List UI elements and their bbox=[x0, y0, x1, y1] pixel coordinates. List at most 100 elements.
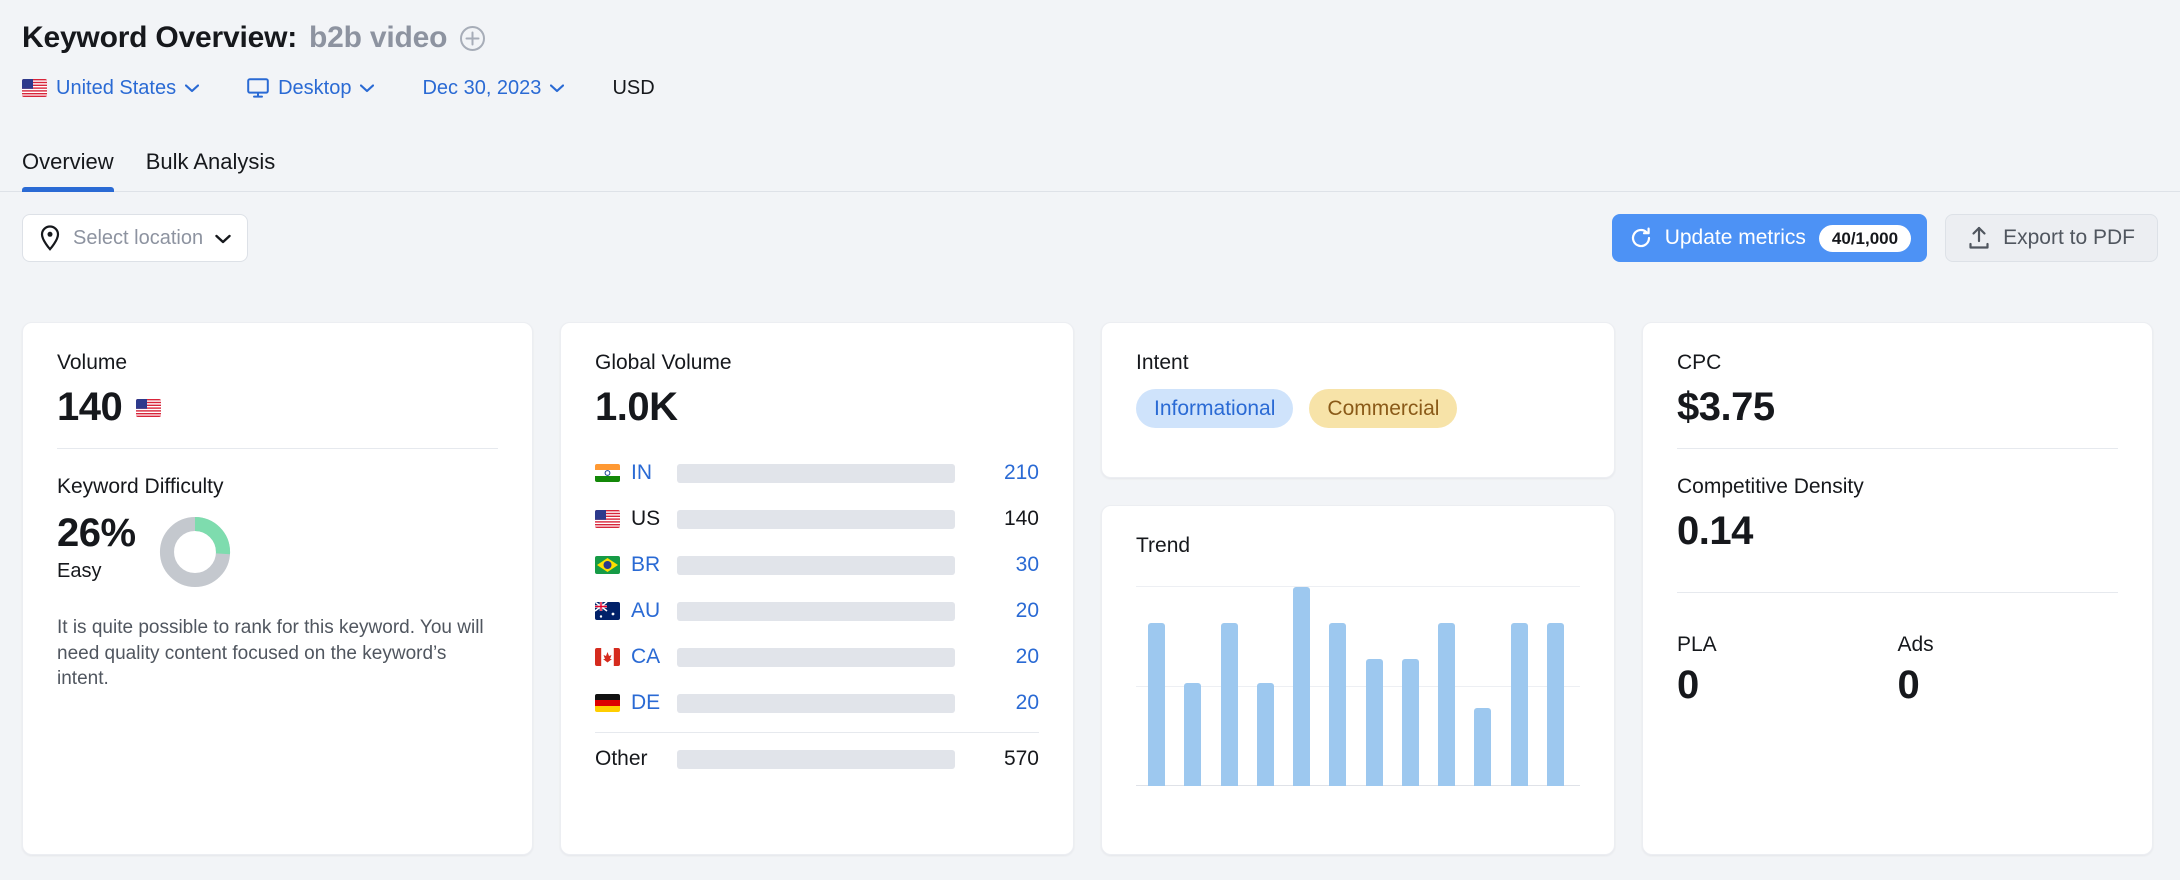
chevron-down-icon bbox=[215, 234, 231, 243]
global-volume-country[interactable]: BR bbox=[595, 553, 669, 577]
trend-bar bbox=[1148, 622, 1165, 786]
toolbar: Select location Update metrics 40/1,000 bbox=[0, 192, 2180, 264]
trend-bar bbox=[1256, 682, 1274, 786]
tab-bar: Overview Bulk Analysis bbox=[0, 136, 2180, 192]
global-volume-country-code: IN bbox=[631, 461, 652, 484]
global-volume-value: 1.0K bbox=[595, 385, 678, 429]
chevron-down-icon bbox=[550, 83, 565, 93]
intent-trend-column: Intent Informational Commercial Trend bbox=[1101, 322, 1615, 855]
keyword-difficulty-rating: Easy bbox=[57, 560, 102, 582]
global-volume-country[interactable]: IN bbox=[595, 461, 669, 485]
volume-value-row: 140 bbox=[57, 385, 498, 430]
global-volume-row: US 140 bbox=[595, 496, 1039, 542]
map-pin-icon bbox=[39, 225, 61, 251]
global-volume-bar bbox=[677, 693, 955, 713]
au-flag-icon bbox=[595, 602, 620, 620]
monitor-icon bbox=[247, 78, 269, 98]
global-volume-country[interactable]: AU bbox=[595, 599, 669, 623]
page-title: Keyword Overview: b2b video bbox=[22, 16, 2180, 60]
intent-pill-informational[interactable]: Informational bbox=[1136, 389, 1294, 429]
trend-bar bbox=[1474, 708, 1492, 786]
trend-bar bbox=[1546, 622, 1564, 786]
country-filter[interactable]: United States bbox=[22, 77, 200, 100]
trend-bar bbox=[1510, 622, 1528, 786]
de-flag-icon bbox=[595, 694, 620, 712]
trend-bar bbox=[1438, 622, 1456, 786]
global-volume-other-bar bbox=[677, 749, 955, 769]
export-pdf-button[interactable]: Export to PDF bbox=[1945, 214, 2158, 262]
intent-label: Intent bbox=[1136, 351, 1189, 374]
global-volume-other-row: Other 570 bbox=[595, 733, 1039, 785]
global-volume-row: DE 20 bbox=[595, 680, 1039, 726]
trend-card: Trend bbox=[1101, 505, 1615, 855]
global-volume-row: IN 210 bbox=[595, 450, 1039, 496]
global-volume-other-label: Other bbox=[595, 747, 648, 770]
global-volume-bar bbox=[677, 463, 955, 483]
chevron-down-icon bbox=[360, 83, 375, 93]
page-title-prefix: Keyword Overview: bbox=[22, 21, 298, 54]
global-volume-row: BR 30 bbox=[595, 542, 1039, 588]
cpc-label: CPC bbox=[1677, 351, 1722, 374]
competitive-density-value: 0.14 bbox=[1677, 509, 1753, 553]
ads-block: Ads 0 bbox=[1898, 633, 2119, 708]
global-volume-row: AU 20 bbox=[595, 588, 1039, 634]
keyword-difficulty-donut bbox=[158, 515, 232, 589]
keyword-difficulty-row: 26% Easy bbox=[57, 511, 498, 589]
global-volume-value[interactable]: 20 bbox=[973, 691, 1039, 715]
tab-overview-label: Overview bbox=[22, 149, 114, 174]
keyword-difficulty-values: 26% Easy bbox=[57, 511, 136, 583]
us-flag-icon bbox=[22, 79, 47, 97]
global-volume-other-value: 570 bbox=[1003, 747, 1039, 770]
trend-bar bbox=[1184, 682, 1202, 786]
global-volume-country: US bbox=[595, 507, 669, 531]
global-volume-bar bbox=[677, 647, 955, 667]
device-filter[interactable]: Desktop bbox=[247, 76, 375, 100]
global-volume-value[interactable]: 210 bbox=[973, 461, 1039, 485]
global-volume-label: Global Volume bbox=[595, 351, 732, 374]
global-volume-bar bbox=[677, 509, 955, 529]
global-volume-country[interactable]: DE bbox=[595, 691, 669, 715]
intent-card: Intent Informational Commercial bbox=[1101, 322, 1615, 478]
global-volume-country[interactable]: CA bbox=[595, 645, 669, 669]
volume-value: 140 bbox=[57, 385, 123, 429]
trend-bar bbox=[1329, 622, 1347, 786]
location-select[interactable]: Select location bbox=[22, 214, 249, 262]
tab-bulk-analysis[interactable]: Bulk Analysis bbox=[146, 149, 276, 191]
date-filter-label: Dec 30, 2023 bbox=[422, 76, 542, 99]
intent-pill-list: Informational Commercial bbox=[1136, 389, 1580, 429]
trend-label: Trend bbox=[1136, 534, 1191, 557]
export-pdf-label: Export to PDF bbox=[2003, 226, 2135, 249]
in-flag-icon bbox=[595, 464, 620, 482]
trend-chart bbox=[1136, 586, 1580, 786]
us-flag-icon bbox=[136, 398, 162, 417]
device-filter-label: Desktop bbox=[278, 76, 352, 99]
global-volume-card: Global Volume 1.0K IN 210 US 140 BR 30 AU 20 CA 2… bbox=[560, 322, 1074, 855]
global-volume-value[interactable]: 20 bbox=[973, 645, 1039, 669]
trend-bar bbox=[1293, 587, 1311, 786]
global-volume-country-code: DE bbox=[631, 691, 661, 714]
intent-pill-commercial[interactable]: Commercial bbox=[1309, 389, 1458, 429]
tab-overview[interactable]: Overview bbox=[22, 149, 114, 192]
br-flag-icon bbox=[595, 556, 620, 574]
global-volume-value[interactable]: 30 bbox=[973, 553, 1039, 577]
refresh-icon bbox=[1630, 227, 1652, 249]
us-flag-icon bbox=[595, 510, 620, 528]
global-volume-country-code: AU bbox=[631, 599, 661, 622]
global-volume-value[interactable]: 20 bbox=[973, 599, 1039, 623]
global-volume-country-list: IN 210 US 140 BR 30 AU 20 CA 20 DE 20 bbox=[595, 450, 1039, 726]
keyword-difficulty-description: It is quite possible to rank for this ke… bbox=[57, 617, 484, 690]
date-filter[interactable]: Dec 30, 2023 bbox=[422, 76, 565, 100]
ads-label: Ads bbox=[1897, 633, 1934, 656]
update-metrics-label: Update metrics bbox=[1664, 226, 1806, 249]
plus-circle-icon[interactable] bbox=[459, 25, 486, 52]
volume-card: Volume 140 Keyword Difficulty 26% Easy I… bbox=[22, 322, 533, 855]
pla-value: 0 bbox=[1677, 663, 1699, 707]
global-volume-bar bbox=[677, 601, 955, 621]
upload-icon bbox=[1968, 226, 1990, 250]
global-volume-country-code: BR bbox=[631, 553, 661, 576]
page-header: Keyword Overview: b2b video United State… bbox=[0, 0, 2180, 110]
update-metrics-button[interactable]: Update metrics 40/1,000 bbox=[1611, 214, 1928, 262]
keyword-difficulty-value: 26% bbox=[57, 511, 136, 555]
currency-label: USD bbox=[612, 77, 654, 100]
pla-label: PLA bbox=[1677, 633, 1717, 656]
